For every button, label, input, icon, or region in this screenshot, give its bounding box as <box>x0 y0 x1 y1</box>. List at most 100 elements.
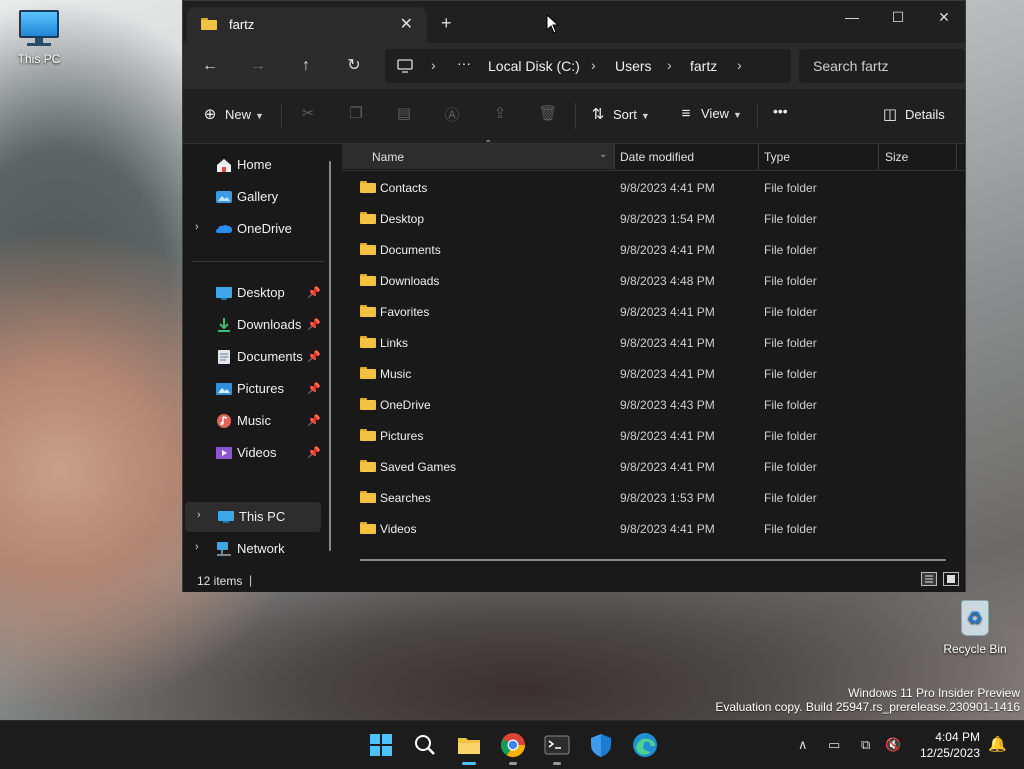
clock[interactable]: 4:04 PM 12/25/2023 <box>910 729 980 761</box>
forward-button[interactable]: → <box>245 55 271 77</box>
volume-muted-icon[interactable]: 🔇 <box>885 737 901 753</box>
file-row[interactable]: Links 9/8/2023 4:41 PM File folder <box>342 328 942 358</box>
mouse-cursor-icon <box>546 14 560 34</box>
search-box[interactable]: Search fartz <box>799 49 965 83</box>
search-input[interactable]: Search fartz <box>813 58 888 74</box>
file-row[interactable]: Searches 9/8/2023 1:53 PM File folder <box>342 483 942 513</box>
sidebar-item-label: Documents <box>237 349 303 364</box>
sort-button[interactable]: ⇅ Sort ▼ <box>589 105 650 123</box>
breadcrumb-fartz[interactable]: fartz <box>690 58 717 74</box>
taskbar-windows-security[interactable] <box>587 731 615 759</box>
pin-icon[interactable]: 📌 <box>307 382 321 395</box>
chevron-down-icon: ▼ <box>732 110 742 120</box>
details-label: Details <box>905 107 945 122</box>
downloads-icon <box>218 318 230 332</box>
tab-fartz[interactable]: fartz ✕ <box>187 7 427 43</box>
delete-icon[interactable]: 🗑 <box>537 104 559 122</box>
file-date: 9/8/2023 4:41 PM <box>620 367 715 381</box>
chevron-down-icon[interactable]: ⌄ <box>599 149 607 160</box>
file-type: File folder <box>764 398 817 412</box>
file-row[interactable]: Music 9/8/2023 4:41 PM File folder <box>342 359 942 389</box>
column-divider[interactable] <box>878 144 879 170</box>
file-row[interactable]: Saved Games 9/8/2023 4:41 PM File folder <box>342 452 942 482</box>
paste-icon[interactable]: ▤ <box>393 104 415 122</box>
sidebar-item-onedrive[interactable]: › OneDrive <box>183 214 323 244</box>
sidebar-scrollbar[interactable] <box>329 161 331 551</box>
chevron-right-icon[interactable]: › <box>197 509 201 521</box>
sidebar-item-this-pc[interactable]: › This PC <box>185 502 321 532</box>
large-icons-view-button[interactable] <box>943 572 959 586</box>
sidebar-item-videos[interactable]: Videos 📌 <box>183 438 323 468</box>
column-header-name[interactable]: Name ⌃ ⌄ <box>342 139 614 169</box>
taskbar-chrome[interactable] <box>499 731 527 765</box>
column-divider[interactable] <box>614 144 615 170</box>
taskbar-file-explorer[interactable] <box>455 731 483 765</box>
maximize-button[interactable]: ☐ <box>875 5 921 29</box>
column-header-type[interactable]: Type <box>764 150 790 164</box>
details-pane-button[interactable]: ◫ Details <box>881 105 945 123</box>
new-button[interactable]: ⊕ New ▼ <box>201 105 264 123</box>
close-window-button[interactable]: ✕ <box>921 5 967 29</box>
column-header-date[interactable]: Date modified <box>620 150 694 164</box>
taskbar-edge[interactable] <box>631 731 659 759</box>
sidebar-item-pictures[interactable]: Pictures 📌 <box>183 374 323 404</box>
file-row[interactable]: Downloads 9/8/2023 4:48 PM File folder <box>342 266 942 296</box>
pin-icon[interactable]: 📌 <box>307 318 321 331</box>
cut-icon[interactable]: ✂ <box>297 104 319 122</box>
show-hidden-icons-chevron-icon[interactable]: ∧ <box>798 737 808 753</box>
details-view-button[interactable] <box>921 572 937 586</box>
chevron-right-icon[interactable]: › <box>195 541 199 553</box>
column-header-size[interactable]: Size <box>885 150 908 164</box>
file-name: Contacts <box>380 181 428 195</box>
search-button[interactable] <box>411 731 439 759</box>
sidebar-item-documents[interactable]: Documents 📌 <box>183 342 323 372</box>
share-icon[interactable]: ⇪ <box>489 104 511 122</box>
address-overflow-button[interactable]: ··· <box>457 55 471 71</box>
chevron-right-icon[interactable]: › <box>195 221 199 233</box>
sidebar-item-home[interactable]: Home <box>183 150 323 180</box>
file-row[interactable]: OneDrive 9/8/2023 4:43 PM File folder <box>342 390 942 420</box>
notification-bell-icon[interactable]: 🔔 <box>988 735 1007 753</box>
rename-icon[interactable]: Ⓐ <box>441 104 463 125</box>
chevron-down-icon: ▼ <box>255 111 264 121</box>
close-tab-icon[interactable]: ✕ <box>400 14 413 34</box>
horizontal-scrollbar[interactable] <box>360 559 946 561</box>
breadcrumb-users[interactable]: Users <box>615 58 652 74</box>
file-name: Pictures <box>380 429 424 443</box>
file-row[interactable]: Contacts 9/8/2023 4:41 PM File folder <box>342 173 942 203</box>
back-button[interactable]: ← <box>197 55 223 77</box>
file-row[interactable]: Desktop 9/8/2023 1:54 PM File folder <box>342 204 942 234</box>
more-options-button[interactable]: ••• <box>773 103 788 119</box>
taskbar-terminal[interactable] <box>543 731 571 765</box>
sidebar-item-network[interactable]: › Network <box>183 534 323 564</box>
sidebar-item-downloads[interactable]: Downloads 📌 <box>183 310 323 340</box>
column-divider[interactable] <box>758 144 759 170</box>
pin-icon[interactable]: 📌 <box>307 414 321 427</box>
sidebar-item-music[interactable]: Music 📌 <box>183 406 323 436</box>
file-row[interactable]: Documents 9/8/2023 4:41 PM File folder <box>342 235 942 265</box>
new-tab-button[interactable]: + <box>441 13 452 34</box>
sidebar-item-gallery[interactable]: Gallery <box>183 182 323 212</box>
view-button[interactable]: ≡ View ▼ <box>677 105 742 122</box>
network-disconnected-icon[interactable]: ▭ <box>828 737 840 753</box>
chevron-right-icon: › <box>591 57 596 73</box>
refresh-button[interactable]: ↻ <box>341 55 367 77</box>
file-row[interactable]: Favorites 9/8/2023 4:41 PM File folder <box>342 297 942 327</box>
breadcrumb-local-disk[interactable]: Local Disk (C:) <box>488 58 580 74</box>
file-type: File folder <box>764 243 817 257</box>
display-icon[interactable]: ⧉ <box>861 737 870 753</box>
copy-icon[interactable]: ❐ <box>345 104 367 122</box>
file-row[interactable]: Pictures 9/8/2023 4:41 PM File folder <box>342 421 942 451</box>
file-row[interactable]: Videos 9/8/2023 4:41 PM File folder <box>342 514 942 544</box>
pin-icon[interactable]: 📌 <box>307 286 321 299</box>
pin-icon[interactable]: 📌 <box>307 350 321 363</box>
sidebar-item-desktop[interactable]: Desktop 📌 <box>183 278 323 308</box>
column-divider[interactable] <box>956 144 957 170</box>
pin-icon[interactable]: 📌 <box>307 446 321 459</box>
up-button[interactable]: ↑ <box>293 55 319 77</box>
desktop-icon-recycle-bin[interactable]: ♻ Recycle Bin <box>940 600 1010 656</box>
start-button[interactable] <box>367 731 395 759</box>
address-bar[interactable]: › ··· Local Disk (C:) › Users › fartz › <box>385 49 791 83</box>
minimize-button[interactable]: — <box>829 5 875 29</box>
desktop-icon-this-pc[interactable]: This PC <box>4 10 74 66</box>
